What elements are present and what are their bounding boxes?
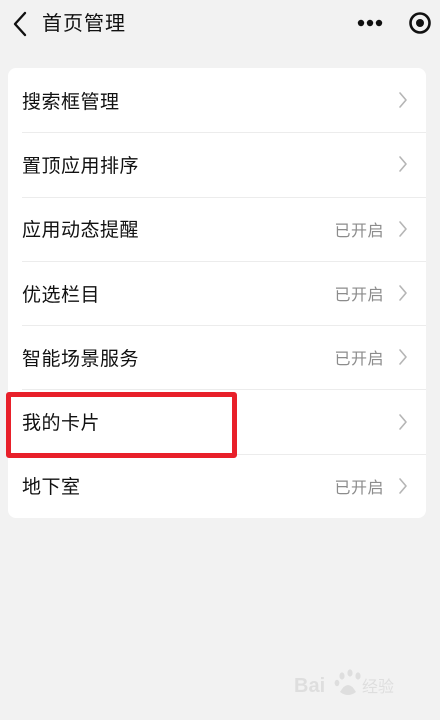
mini-program-capsule bbox=[340, 6, 440, 40]
row-label: 我的卡片 bbox=[22, 412, 101, 435]
row-status: 已开启 bbox=[334, 220, 384, 240]
svg-text:经验: 经验 bbox=[362, 678, 394, 696]
chevron-right-icon bbox=[398, 413, 408, 431]
settings-row-pinned-apps[interactable]: 置顶应用排序 bbox=[8, 132, 426, 196]
page: 首页管理 搜索框管理 置顶应用排序 应用动态提醒 已开启 优选栏目 已开启 智能… bbox=[0, 0, 440, 720]
navigation-bar: 首页管理 bbox=[0, 0, 440, 48]
settings-row-smart-scene[interactable]: 智能场景服务 已开启 bbox=[8, 325, 426, 389]
chevron-right-icon bbox=[398, 91, 408, 109]
back-button[interactable] bbox=[4, 6, 36, 42]
settings-card: 搜索框管理 置顶应用排序 应用动态提醒 已开启 优选栏目 已开启 智能场景服务 … bbox=[8, 68, 426, 519]
page-title: 首页管理 bbox=[42, 11, 126, 35]
settings-row-basement[interactable]: 地下室 已开启 bbox=[8, 453, 426, 518]
settings-row-featured-column[interactable]: 优选栏目 已开启 bbox=[8, 260, 426, 325]
row-label: 地下室 bbox=[22, 476, 81, 499]
more-button[interactable] bbox=[340, 6, 400, 40]
chevron-right-icon bbox=[398, 155, 408, 173]
settings-row-app-reminders[interactable]: 应用动态提醒 已开启 bbox=[8, 196, 426, 261]
settings-row-search-box[interactable]: 搜索框管理 bbox=[8, 68, 426, 132]
target-close-icon bbox=[409, 12, 431, 34]
row-status: 已开启 bbox=[334, 349, 384, 369]
row-status: 已开启 bbox=[334, 285, 384, 305]
chevron-left-icon bbox=[13, 11, 27, 37]
row-label: 优选栏目 bbox=[22, 283, 101, 306]
row-label: 置顶应用排序 bbox=[22, 154, 140, 177]
chevron-right-icon bbox=[398, 284, 408, 302]
more-dots-icon bbox=[357, 19, 383, 27]
row-label: 搜索框管理 bbox=[22, 90, 120, 113]
row-label: 应用动态提醒 bbox=[22, 219, 140, 242]
row-status: 已开启 bbox=[334, 477, 384, 497]
baidu-watermark-logo: Bai 经验 bbox=[294, 669, 394, 697]
settings-row-my-cards[interactable]: 我的卡片 bbox=[8, 389, 426, 453]
chevron-right-icon bbox=[398, 220, 408, 238]
row-label: 智能场景服务 bbox=[22, 347, 140, 370]
chevron-right-icon bbox=[398, 348, 408, 366]
close-button[interactable] bbox=[400, 6, 440, 40]
svg-text:Bai: Bai bbox=[294, 675, 325, 697]
chevron-right-icon bbox=[398, 477, 408, 495]
